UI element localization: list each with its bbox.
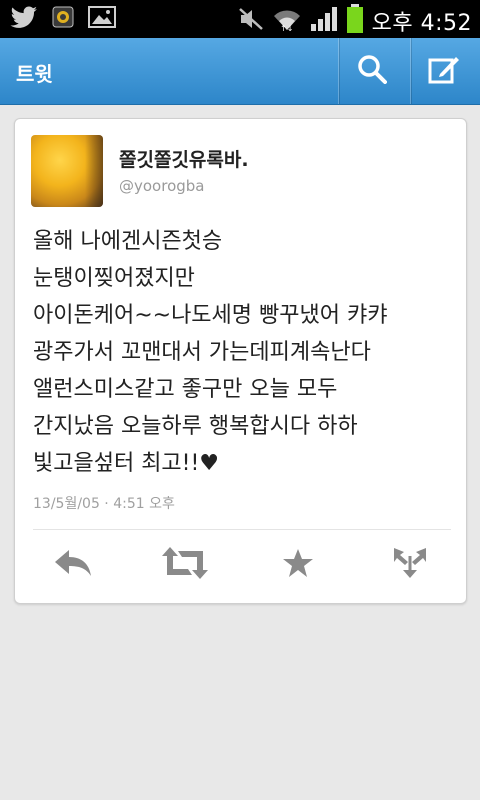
wifi-icon: ↑↓ — [272, 6, 302, 36]
search-button[interactable] — [338, 38, 405, 104]
twitter-icon — [10, 6, 38, 32]
tweet-line: 아이돈케어~~나도세명 빵꾸냈어 캬캬 — [33, 303, 388, 328]
share-button[interactable] — [388, 543, 432, 587]
tweet-card: 쫄깃쫄깃유록바. @yoorogba 올해 나에겐시즌첫승 눈탱이찢어졌지만 아… — [14, 118, 467, 604]
status-time: 오후 4:52 — [371, 11, 472, 36]
retweet-icon — [162, 547, 208, 583]
tweet-line: 광주가서 꼬맨대서 가는데피계속난다 — [33, 340, 371, 365]
reply-icon — [53, 548, 93, 582]
compose-icon — [428, 54, 460, 88]
tweet-line: 올해 나에겐시즌첫승 — [33, 229, 223, 254]
tweet-line: 간지났음 오늘하루 행복합시다 하하 — [33, 414, 358, 439]
tweet-timestamp: 13/5월/05 · 4:51 오후 — [33, 496, 175, 512]
image-icon — [88, 6, 116, 32]
tweet-line: 눈탱이찢어졌지만 — [33, 266, 195, 291]
avatar[interactable] — [31, 135, 103, 207]
divider — [33, 529, 451, 530]
action-bar: 트윗 — [0, 38, 480, 105]
share-icon — [391, 546, 429, 584]
compose-button[interactable] — [410, 38, 477, 104]
search-icon — [357, 54, 387, 88]
author-handle[interactable]: @yoorogba — [119, 177, 204, 195]
tweet-actions — [15, 537, 466, 597]
mute-icon — [238, 7, 264, 35]
reply-button[interactable] — [51, 543, 95, 587]
tweet-line: 앨런스미스같고 좋구만 오늘 모두 — [33, 377, 338, 402]
favorite-icon — [282, 548, 314, 582]
battery-icon — [346, 4, 364, 38]
svg-text:↑↓: ↑↓ — [280, 24, 293, 32]
status-bar: ↑↓ 오후 4:52 — [0, 0, 480, 38]
favorite-button[interactable] — [276, 543, 320, 587]
page-title: 트윗 — [16, 62, 53, 86]
app-icon — [52, 6, 74, 32]
tweet-text: 올해 나에겐시즌첫승 눈탱이찢어졌지만 아이돈케어~~나도세명 빵꾸냈어 캬캬 … — [33, 223, 453, 482]
retweet-button[interactable] — [162, 543, 208, 587]
author-name[interactable]: 쫄깃쫄깃유록바. — [119, 145, 249, 172]
tweet-line: 빛고을섶터 최고!!♥ — [33, 451, 220, 476]
signal-icon — [310, 6, 338, 36]
